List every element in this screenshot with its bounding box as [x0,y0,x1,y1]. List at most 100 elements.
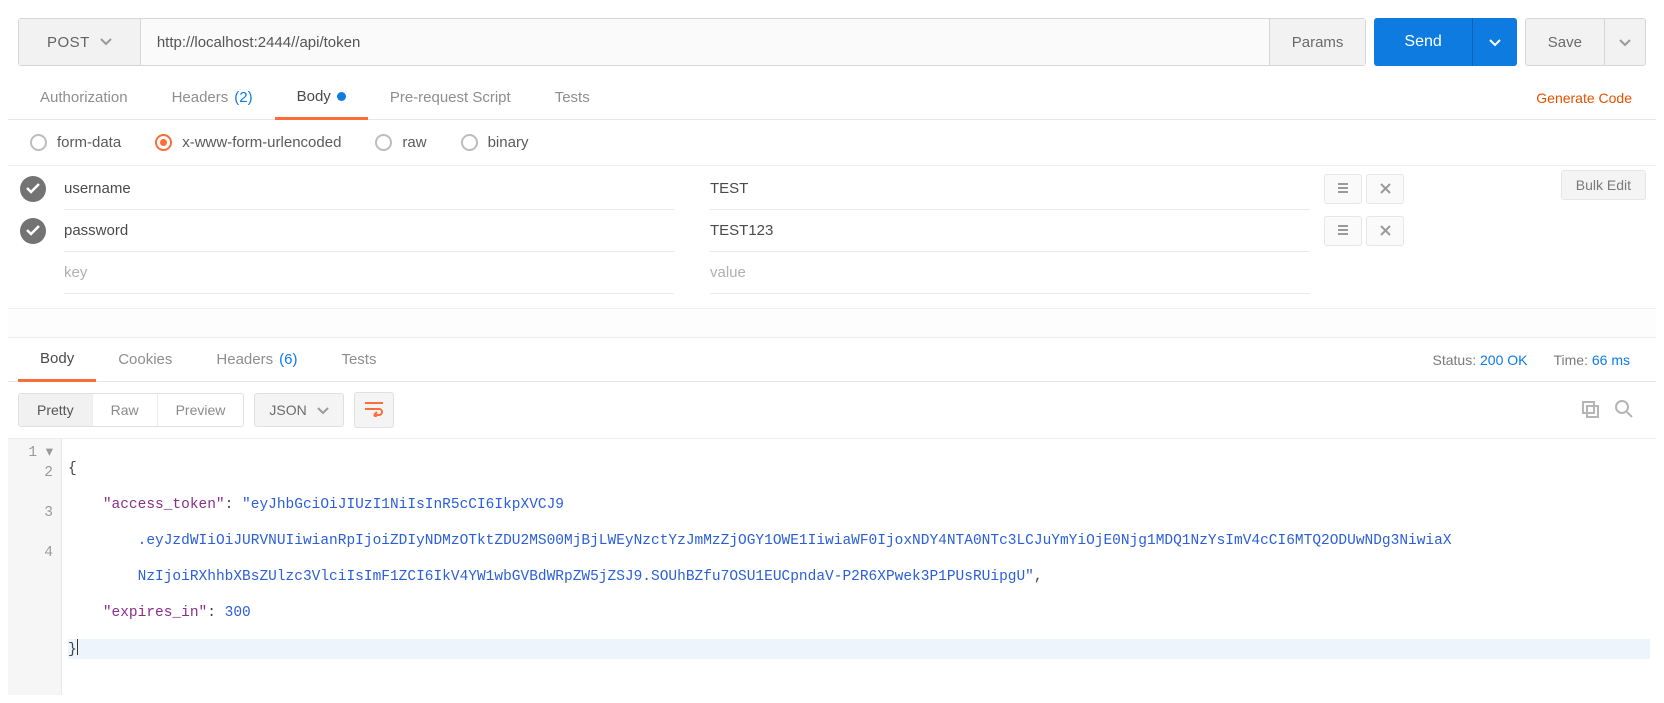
resp-tab-tests[interactable]: Tests [319,339,398,380]
send-group: Send [1374,18,1516,66]
table-row [20,168,1644,210]
close-icon [1380,223,1391,239]
tab-label: Tests [555,89,590,106]
row-enable-toggle[interactable] [20,176,46,202]
time-indicator: Time: 66 ms [1554,352,1631,368]
method-url-group: POST Params [18,18,1366,66]
save-dropdown[interactable] [1605,19,1645,65]
tab-body[interactable]: Body [275,76,368,120]
view-pretty-button[interactable]: Pretty [19,394,92,426]
line-number: 2 [8,463,53,483]
params-label: Params [1292,34,1344,51]
tab-label: Body [40,350,74,367]
generate-code-link[interactable]: Generate Code [1536,90,1646,106]
radio-raw[interactable]: raw [375,134,426,151]
param-value-input[interactable] [710,168,1310,210]
param-key-input[interactable] [64,210,674,252]
chevron-down-icon [317,402,329,418]
param-value-input[interactable] [710,210,1310,252]
http-method-select[interactable]: POST [19,19,141,65]
save-button[interactable]: Save [1526,19,1605,65]
tab-tests[interactable]: Tests [533,77,612,118]
tab-count: (2) [234,89,252,106]
radio-icon [461,134,478,151]
search-icon[interactable] [1614,399,1634,422]
form-params: Bulk Edit [8,166,1656,302]
copy-icon[interactable] [1580,399,1600,422]
radio-icon [375,134,392,151]
param-value-input[interactable] [710,252,1310,294]
tab-authorization[interactable]: Authorization [18,77,150,118]
tab-label: Authorization [40,89,128,106]
tab-headers[interactable]: Headers (2) [150,77,275,118]
close-icon [1380,181,1391,197]
tab-label: Tests [341,351,376,368]
time-label: Time: [1554,352,1588,368]
toggle-wrap-button[interactable] [354,392,394,428]
row-enable-toggle[interactable] [20,218,46,244]
status-indicator: Status: 200 OK [1433,352,1528,368]
radio-binary[interactable]: binary [461,134,529,151]
save-group: Save [1525,18,1646,66]
tab-label: Headers [216,351,273,368]
row-menu-button[interactable] [1324,174,1362,204]
view-mode-segment: Pretty Raw Preview [18,393,244,427]
unsaved-dot-icon [337,92,346,101]
resp-tab-cookies[interactable]: Cookies [96,339,194,380]
response-body-viewer[interactable]: 1 ▾ 2 3 4 { "access_token": "eyJhbGciOiJ… [8,438,1656,695]
radio-label: binary [488,134,529,151]
format-label: JSON [269,402,306,418]
check-icon [26,181,40,197]
request-url-input[interactable] [141,19,1269,65]
chevron-down-icon [1619,35,1631,50]
viewer-toolbar-right [1580,399,1646,422]
line-number: 3 [8,483,53,543]
param-key-input[interactable] [64,168,674,210]
viewer-toolbar: Pretty Raw Preview JSON [8,382,1656,438]
row-menu-button[interactable] [1324,216,1362,246]
response-meta: Status: 200 OK Time: 66 ms [1433,352,1646,368]
tab-label: Cookies [118,351,172,368]
response-tabs: Body Cookies Headers (6) Tests Status: 2… [8,338,1656,382]
line-number: 1 ▾ [8,443,53,463]
row-delete-button[interactable] [1366,174,1404,204]
send-button[interactable]: Send [1374,18,1472,66]
resp-tab-headers[interactable]: Headers (6) [194,339,319,380]
status-label: Status: [1433,352,1477,368]
body-type-selector: form-data x-www-form-urlencoded raw bina… [8,120,1656,166]
radio-x-www-form-urlencoded[interactable]: x-www-form-urlencoded [155,134,341,151]
params-button[interactable]: Params [1269,19,1366,65]
time-value: 66 ms [1592,352,1630,368]
request-bar: POST Params Send Save [8,8,1656,76]
view-preview-button[interactable]: Preview [157,394,244,426]
format-select[interactable]: JSON [254,393,343,427]
wrap-icon [364,401,384,420]
text-cursor-icon [77,639,78,655]
http-method-label: POST [47,34,90,51]
status-value: 200 OK [1480,352,1527,368]
tab-label: Pre-request Script [390,89,511,106]
chevron-down-icon [100,38,112,46]
table-row-new [20,252,1644,294]
radio-icon [30,134,47,151]
radio-label: raw [402,134,426,151]
line-gutter: 1 ▾ 2 3 4 [8,439,62,695]
menu-icon [1337,223,1349,239]
row-delete-button[interactable] [1366,216,1404,246]
radio-label: form-data [57,134,121,151]
tab-count: (6) [279,351,297,368]
tab-label: Headers [172,89,229,106]
resp-tab-body[interactable]: Body [18,338,96,382]
check-icon [26,223,40,239]
view-raw-button[interactable]: Raw [92,394,157,426]
table-row [20,210,1644,252]
request-tabs: Authorization Headers (2) Body Pre-reque… [8,76,1656,120]
radio-label: x-www-form-urlencoded [182,134,341,151]
code-content: { "access_token": "eyJhbGciOiJIUzI1NiIsI… [62,439,1656,695]
tab-label: Body [297,88,331,105]
param-key-input[interactable] [64,252,674,294]
splitter[interactable] [8,308,1656,338]
tab-pre-request-script[interactable]: Pre-request Script [368,77,533,118]
send-dropdown[interactable] [1473,18,1517,66]
radio-form-data[interactable]: form-data [30,134,121,151]
